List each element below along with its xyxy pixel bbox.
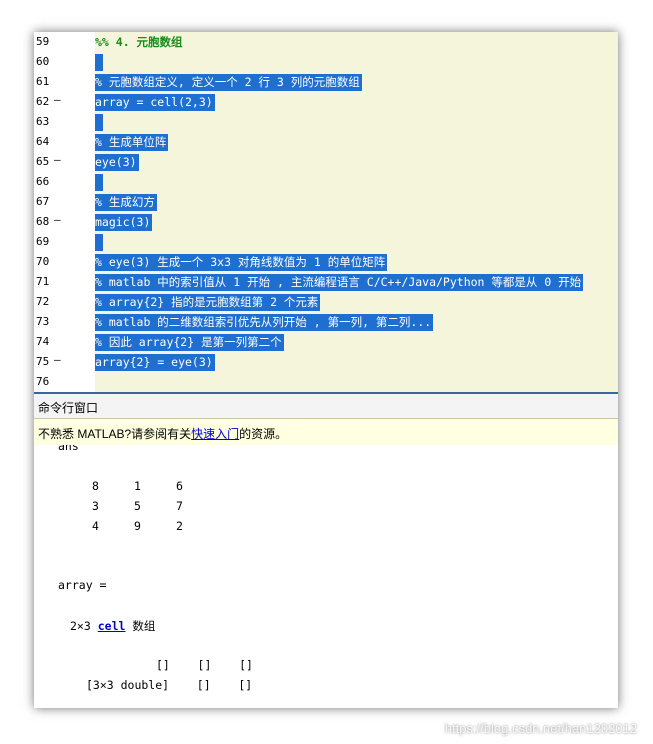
matlab-window: 59%% 4. 元胞数组 60 61% 元胞数组定义, 定义一个 2 行 3 列的元… [34, 32, 618, 708]
line-number: 74 [36, 335, 50, 348]
line-number: 59 [36, 35, 50, 48]
getting-started-notice: 不熟悉 MATLAB?请参阅有关快速入门的资源。 [34, 418, 618, 446]
code-line[interactable]: 70 % eye(3) 生成一个 3x3 对角线数值为 1 的单位矩阵 [34, 252, 618, 272]
code-line[interactable]: 62– array = cell(2,3) [34, 92, 618, 112]
code-text: % 生成单位阵 [95, 134, 169, 151]
matrix-value: 6 [176, 479, 183, 493]
code-line[interactable]: 61 % 元胞数组定义, 定义一个 2 行 3 列的元胞数组 [34, 72, 618, 92]
breakpoint-marker[interactable]: – [54, 93, 61, 106]
line-number: 72 [36, 295, 50, 308]
cell-row-2: [3×3 double] [] [] [86, 678, 253, 692]
code-line[interactable]: 73 % matlab 的二维数组索引优先从列开始 , 第一列, 第二列... [34, 312, 618, 332]
code-text: % array{2} 指的是元胞数组第 2 个元素 [95, 294, 321, 311]
matrix-value: 7 [176, 499, 183, 513]
code-text: magic(3) [95, 214, 153, 231]
code-text: %% 4. 元胞数组 [95, 35, 183, 49]
code-line[interactable]: 74 % 因此 array{2} 是第一列第二个 [34, 332, 618, 352]
line-number: 63 [36, 115, 50, 128]
breakpoint-marker[interactable]: – [54, 353, 61, 366]
array-size-line: 2×3 cell 数组 [70, 618, 155, 634]
breakpoint-marker[interactable]: – [54, 153, 61, 166]
breakpoint-marker[interactable]: – [54, 213, 61, 226]
matrix-value: 3 [92, 499, 99, 513]
line-number: 61 [36, 75, 50, 88]
matrix-value: 8 [92, 479, 99, 493]
array-size: 2×3 [70, 619, 91, 633]
code-line[interactable]: 63 [34, 112, 618, 132]
code-text: array{2} = eye(3) [95, 354, 215, 371]
code-text: % 生成幻方 [95, 194, 157, 211]
matrix-value: 1 [134, 479, 141, 493]
matrix-value: 4 [92, 519, 99, 533]
code-text [95, 114, 103, 131]
ans-label: ans [58, 445, 79, 453]
code-text [95, 234, 103, 251]
code-line[interactable]: 75– array{2} = eye(3) [34, 352, 618, 372]
notice-prefix: 不熟悉 MATLAB?请参阅有关 [38, 427, 192, 441]
line-number: 67 [36, 195, 50, 208]
code-editor[interactable]: 59 %% 4. 元胞数组 60 61 % 元胞数组定义, 定义一个 2 行 3 列的元… [34, 32, 618, 392]
code-line[interactable]: 65– eye(3) [34, 152, 618, 172]
cell-row-1: [] [] [] [156, 658, 253, 672]
command-window-title: 命令行窗口 [38, 401, 99, 415]
command-window-output[interactable]: ans 8 1 6 3 5 7 4 9 2 array = 2×3 cell 数组 [] [] … [34, 445, 618, 708]
notice-suffix: 的资源。 [239, 427, 288, 441]
line-number: 60 [36, 55, 50, 68]
code-line[interactable]: 66 [34, 172, 618, 192]
code-text: % 元胞数组定义, 定义一个 2 行 3 列的元胞数组 [95, 74, 362, 91]
command-window-titlebar[interactable]: 命令行窗口 [34, 392, 618, 418]
array-type: 数组 [132, 619, 156, 633]
line-number: 64 [36, 135, 50, 148]
watermark: https://blog.csdn.net/han1202012 [444, 721, 637, 736]
code-line[interactable]: 72 % array{2} 指的是元胞数组第 2 个元素 [34, 292, 618, 312]
code-text: % matlab 中的索引值从 1 开始 , 主流编程语言 C/C++/Java… [95, 274, 584, 291]
matrix-value: 9 [134, 519, 141, 533]
matrix-value: 5 [134, 499, 141, 513]
line-number: 70 [36, 255, 50, 268]
code-text [95, 174, 103, 191]
code-line[interactable]: 69 [34, 232, 618, 252]
line-number: 71 [36, 275, 50, 288]
code-line[interactable]: 59 %% 4. 元胞数组 [34, 32, 618, 52]
line-number: 76 [36, 375, 50, 388]
code-text: % matlab 的二维数组索引优先从列开始 , 第一列, 第二列... [95, 314, 434, 331]
cell-doc-link[interactable]: cell [98, 619, 126, 633]
code-line[interactable]: 67 % 生成幻方 [34, 192, 618, 212]
code-text: eye(3) [95, 154, 139, 171]
matrix-value: 2 [176, 519, 183, 533]
code-line[interactable]: 64 % 生成单位阵 [34, 132, 618, 152]
line-number: 62 [36, 95, 50, 108]
line-number: 69 [36, 235, 50, 248]
code-text: % 因此 array{2} 是第一列第二个 [95, 334, 284, 351]
code-line[interactable]: 60 [34, 52, 618, 72]
code-text [95, 54, 103, 71]
code-line[interactable]: 71 % matlab 中的索引值从 1 开始 , 主流编程语言 C/C++/Ja… [34, 272, 618, 292]
array-label: array = [58, 578, 107, 592]
line-number: 73 [36, 315, 50, 328]
code-line[interactable]: 76 [34, 372, 618, 392]
line-number: 65 [36, 155, 50, 168]
code-text: array = cell(2,3) [95, 94, 215, 111]
line-number: 75 [36, 355, 50, 368]
line-number: 68 [36, 215, 50, 228]
quick-start-link[interactable]: 快速入门 [191, 427, 239, 441]
line-number: 66 [36, 175, 50, 188]
code-text: % eye(3) 生成一个 3x3 对角线数值为 1 的单位矩阵 [95, 254, 388, 271]
code-line[interactable]: 68– magic(3) [34, 212, 618, 232]
